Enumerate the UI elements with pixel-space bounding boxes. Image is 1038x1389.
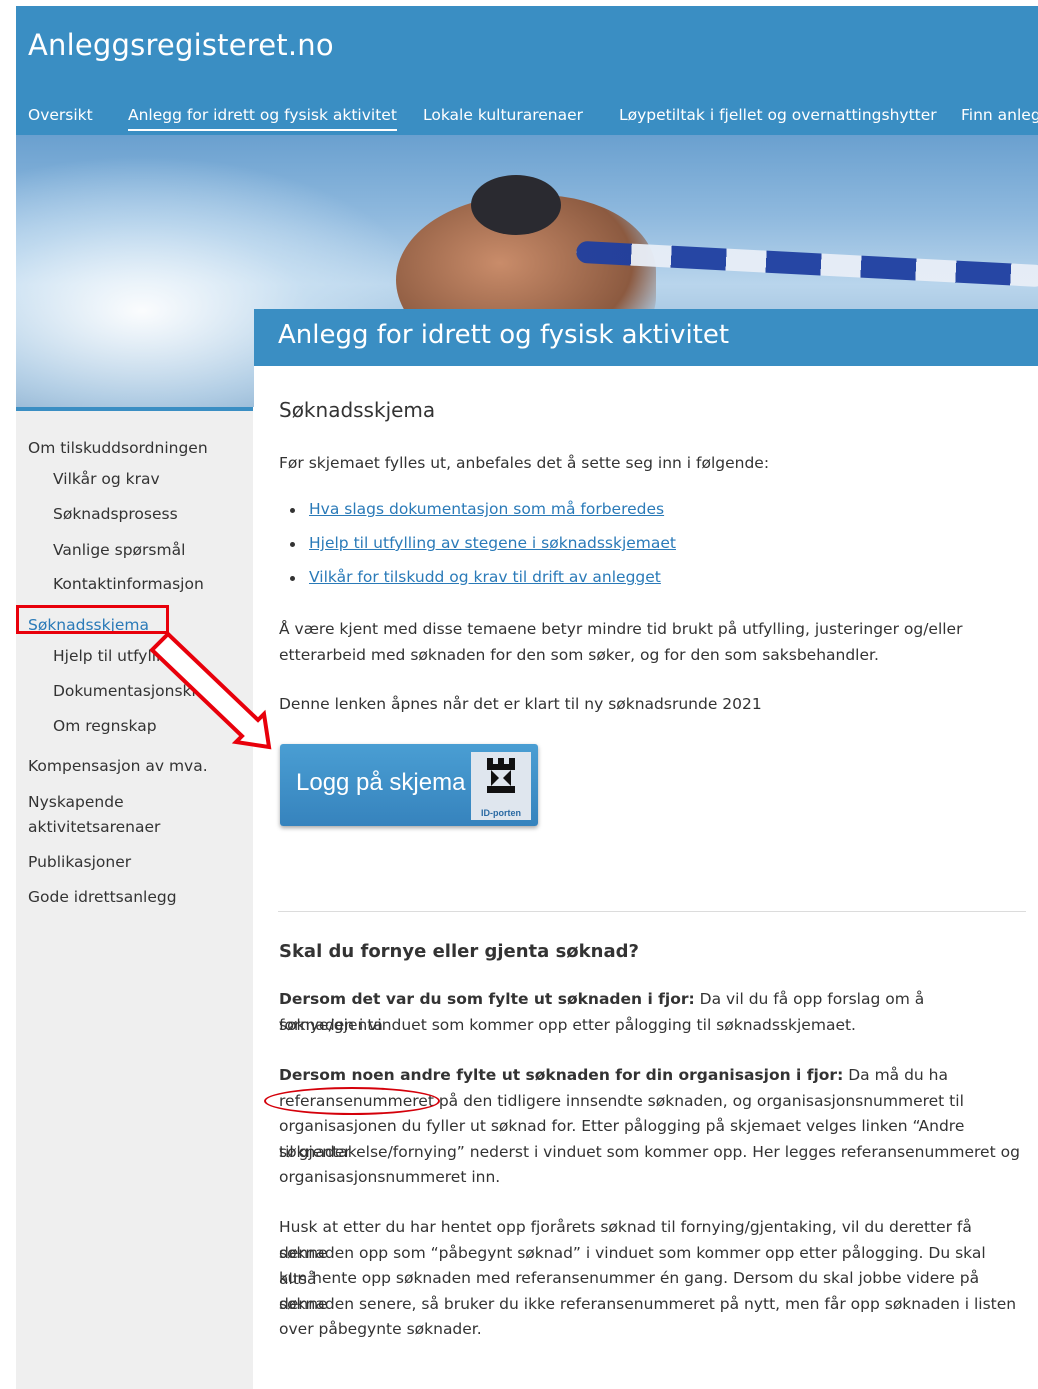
list-item: Hva slags dokumentasjon som må forberede… xyxy=(279,500,676,534)
castle-icon xyxy=(487,758,515,793)
block2-line4: til gjentakelse/fornying” nederst i vind… xyxy=(279,1143,1020,1161)
para-kjent-line2: etterarbeid med søknaden for den som søk… xyxy=(279,646,879,664)
page-title-banner: Anlegg for idrett og fysisk aktivitet xyxy=(254,309,1038,366)
section-heading-fornye: Skal du fornye eller gjenta søknad? xyxy=(279,941,639,962)
sidebar: Om tilskuddsordningen Vilkår og krav Søk… xyxy=(16,407,253,1389)
swim-cap xyxy=(471,175,561,235)
nav-lokale-kulturarenaer[interactable]: Lokale kulturarenaer xyxy=(423,106,583,124)
main-content: Søknadsskjema Før skjemaet fylles ut, an… xyxy=(254,366,1038,1385)
nav-loypetiltak[interactable]: Løypetiltak i fjellet og overnattingshyt… xyxy=(619,106,937,124)
sidebar-item-om-regnskap[interactable]: Om regnskap xyxy=(53,717,157,735)
annotation-highlight-box xyxy=(16,605,169,634)
login-button-label: Logg på skjema xyxy=(296,769,466,796)
prep-links-list: Hva slags dokumentasjon som må forberede… xyxy=(279,500,676,602)
block1-bold: Dersom det var du som fylte ut søknaden … xyxy=(279,990,695,1008)
annotation-arrow-icon xyxy=(150,631,272,750)
link-dokumentasjon[interactable]: Hva slags dokumentasjon som må forberede… xyxy=(309,500,664,518)
page-title: Anlegg for idrett og fysisk aktivitet xyxy=(278,320,730,350)
idporten-logo: ID-porten xyxy=(471,752,531,820)
para-lenke-apnes: Denne lenken åpnes når det er klart til … xyxy=(279,695,762,713)
idporten-label: ID-porten xyxy=(481,808,521,818)
bullet-icon xyxy=(290,542,295,547)
nav-anlegg-idrett[interactable]: Anlegg for idrett og fysisk aktivitet xyxy=(128,106,397,131)
sidebar-item-nyskapende[interactable]: Nyskapende xyxy=(28,793,124,811)
link-vilkar-tilskudd[interactable]: Vilkår for tilskudd og krav til drift av… xyxy=(309,568,661,586)
nav-finn-anlegg[interactable]: Finn anleg xyxy=(961,106,1038,124)
link-hjelp-utfylling[interactable]: Hjelp til utfylling av stegene i søknads… xyxy=(309,534,676,552)
section-divider xyxy=(278,911,1026,912)
list-item: Hjelp til utfylling av stegene i søknads… xyxy=(279,534,676,568)
block2-line1: Dersom noen andre fylte ut søknaden for … xyxy=(279,1062,1024,1088)
bullet-icon xyxy=(290,508,295,513)
sidebar-item-om-tilskuddsordningen[interactable]: Om tilskuddsordningen xyxy=(28,439,208,457)
block3-line5: over påbegynte søknader. xyxy=(279,1320,482,1338)
block3-line4: søknaden senere, så bruker du ikke refer… xyxy=(279,1295,1017,1313)
site-title[interactable]: Anleggsregisteret.no xyxy=(28,28,334,62)
para-kjent-line1: Å være kjent med disse temaene betyr min… xyxy=(279,620,963,638)
sidebar-item-publikasjoner[interactable]: Publikasjoner xyxy=(28,853,131,871)
login-idporten-button[interactable]: Logg på skjema ID-porten xyxy=(280,744,538,826)
nav-oversikt[interactable]: Oversikt xyxy=(28,106,93,124)
block2-line5: organisasjonsnummeret inn. xyxy=(279,1168,501,1186)
sidebar-item-vanlige-sporsmal[interactable]: Vanlige spørsmål xyxy=(53,541,185,559)
sidebar-item-kontaktinformasjon[interactable]: Kontaktinformasjon xyxy=(53,575,204,593)
bullet-icon xyxy=(290,576,295,581)
block2-bold: Dersom noen andre fylte ut søknaden for … xyxy=(279,1066,844,1084)
sidebar-item-gode-idrettsanlegg[interactable]: Gode idrettsanlegg xyxy=(28,888,177,906)
list-item: Vilkår for tilskudd og krav til drift av… xyxy=(279,568,676,602)
sidebar-item-aktivitetsarenaer[interactable]: aktivitetsarenaer xyxy=(28,818,160,836)
intro-text: Før skjemaet fylles ut, anbefales det å … xyxy=(279,454,770,472)
block2-rest: Da må du ha xyxy=(843,1066,949,1084)
block1-line2: søknaden i vinduet som kommer opp etter … xyxy=(279,1016,856,1034)
annotation-circle-referansenummeret xyxy=(264,1087,440,1115)
sidebar-item-vilkar-og-krav[interactable]: Vilkår og krav xyxy=(53,470,160,488)
section-heading-soknadsskjema: Søknadsskjema xyxy=(279,398,436,422)
site-header: Anleggsregisteret.no Oversikt Anlegg for… xyxy=(16,6,1038,135)
sidebar-item-soknadsprosess[interactable]: Søknadsprosess xyxy=(53,505,178,523)
